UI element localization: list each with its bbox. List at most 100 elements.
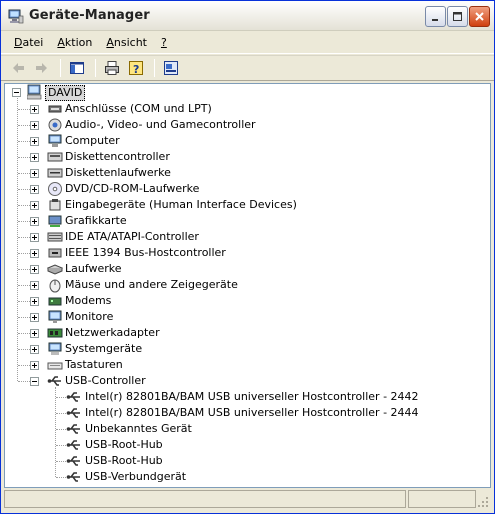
title-bar[interactable]: Geräte-Manager: [1, 1, 494, 31]
tree-category-label[interactable]: Modems: [63, 294, 113, 308]
menu-help[interactable]: ?: [154, 34, 174, 51]
tree-category-label[interactable]: Netzwerkadapter: [63, 326, 162, 340]
tree-category-label[interactable]: Grafikkarte: [63, 214, 129, 228]
disk-drive-icon: [47, 264, 63, 275]
show-hide-tree-icon: [70, 62, 84, 74]
expand-toggle[interactable]: [30, 185, 39, 194]
device-tree[interactable]: DAVID Anschlüsse (COM und LPT) Audio-, Vi…: [4, 83, 491, 488]
expand-toggle[interactable]: [30, 329, 39, 338]
expand-toggle[interactable]: [30, 345, 39, 354]
expand-toggle[interactable]: [30, 313, 39, 322]
monitor-icon: [48, 310, 62, 323]
audio-icon: [48, 118, 62, 132]
collapse-toggle[interactable]: [30, 377, 39, 386]
tree-category-label[interactable]: Eingabegeräte (Human Interface Devices): [63, 198, 299, 212]
properties-button[interactable]: [160, 57, 182, 79]
svg-text:?: ?: [133, 63, 139, 76]
maximize-icon: [453, 12, 462, 21]
minimize-button[interactable]: [425, 6, 446, 27]
network-adapter-icon: [47, 328, 63, 338]
ide-icon: [47, 232, 63, 242]
menu-ansicht[interactable]: Ansicht: [99, 34, 154, 51]
root-collapse-toggle[interactable]: [12, 88, 21, 97]
expand-toggle[interactable]: [30, 121, 39, 130]
hid-icon: [49, 199, 61, 211]
tree-vertical-line: [55, 387, 56, 477]
tree-device-label[interactable]: Intel(r) 82801BA/BAM USB universeller Ho…: [83, 406, 421, 420]
print-icon: [105, 61, 119, 75]
tree-horizontal-line: [56, 445, 66, 446]
resize-grip-icon[interactable]: [477, 496, 489, 508]
device-manager-app-icon: [8, 9, 24, 24]
tree-root-label[interactable]: DAVID: [45, 85, 86, 101]
usb-device-icon: [66, 456, 80, 466]
status-bar: [4, 490, 491, 510]
tree-category-label[interactable]: Diskettencontroller: [63, 150, 172, 164]
tree-category-label[interactable]: Mäuse und andere Zeigegeräte: [63, 278, 240, 292]
close-icon: [475, 12, 484, 21]
tree-category-label[interactable]: DVD/CD-ROM-Laufwerke: [63, 182, 201, 196]
tree-category-label[interactable]: IDE ATA/ATAPI-Controller: [63, 230, 201, 244]
tree-category-label[interactable]: USB-Controller: [63, 374, 148, 388]
forward-button[interactable]: [31, 57, 53, 79]
forward-icon: [36, 63, 47, 73]
expand-toggle[interactable]: [30, 169, 39, 178]
tree-category-label[interactable]: Diskettenlaufwerke: [63, 166, 173, 180]
cdrom-icon: [48, 182, 62, 196]
keyboard-icon: [47, 362, 63, 370]
tree-category-label[interactable]: Tastaturen: [63, 358, 125, 372]
tree-device-label[interactable]: Intel(r) 82801BA/BAM USB universeller Ho…: [83, 390, 421, 404]
usb-device-icon: [66, 392, 80, 402]
menu-datei[interactable]: Datei: [7, 34, 50, 51]
properties-icon: [164, 61, 178, 75]
tree-device-label[interactable]: USB-Verbundgerät: [83, 470, 188, 484]
status-panel-main: [4, 490, 406, 508]
expand-toggle[interactable]: [30, 297, 39, 306]
tree-category-label[interactable]: Systemgeräte: [63, 342, 144, 356]
usb-device-icon: [66, 472, 80, 482]
close-button[interactable]: [469, 6, 490, 27]
help-icon: ?: [129, 61, 143, 76]
expand-toggle[interactable]: [30, 265, 39, 274]
expand-toggle[interactable]: [30, 249, 39, 258]
menu-bar: Datei Aktion Ansicht ?: [1, 32, 494, 54]
help-button[interactable]: ?: [125, 57, 147, 79]
toolbar: ?: [1, 55, 494, 81]
tree-category-label[interactable]: Computer: [63, 134, 122, 148]
tree-category-label[interactable]: IEEE 1394 Bus-Hostcontroller: [63, 246, 228, 260]
tree-device-label[interactable]: Unbekanntes Gerät: [83, 422, 194, 436]
tree-device-label[interactable]: USB-Root-Hub: [83, 454, 165, 468]
expand-toggle[interactable]: [30, 153, 39, 162]
expand-toggle[interactable]: [30, 105, 39, 114]
expand-toggle[interactable]: [30, 361, 39, 370]
expand-toggle[interactable]: [30, 281, 39, 290]
menu-aktion[interactable]: Aktion: [50, 34, 99, 51]
maximize-button[interactable]: [447, 6, 468, 27]
tree-category-label[interactable]: Anschlüsse (COM und LPT): [63, 102, 214, 116]
back-button[interactable]: [7, 57, 29, 79]
tree-horizontal-line: [56, 397, 66, 398]
tree-category-label[interactable]: Laufwerke: [63, 262, 124, 276]
usb-device-icon: [66, 440, 80, 450]
print-button[interactable]: [101, 57, 123, 79]
floppy-controller-icon: [47, 152, 63, 162]
tree-category-label[interactable]: Audio-, Video- und Gamecontroller: [63, 118, 258, 132]
show-hide-tree-button[interactable]: [66, 57, 88, 79]
tree-horizontal-line: [56, 413, 66, 414]
expand-toggle[interactable]: [30, 217, 39, 226]
modem-icon: [48, 297, 62, 306]
usb-device-icon: [66, 424, 80, 434]
usb-device-icon: [66, 408, 80, 418]
floppy-drive-icon: [47, 168, 63, 178]
display-adapter-icon: [48, 215, 62, 227]
computer-icon: [48, 134, 62, 147]
expand-toggle[interactable]: [30, 233, 39, 242]
tree-horizontal-line: [56, 477, 66, 478]
usb-icon: [47, 376, 61, 386]
port-icon: [48, 105, 62, 113]
expand-toggle[interactable]: [30, 201, 39, 210]
tree-horizontal-line: [56, 429, 66, 430]
tree-category-label[interactable]: Monitore: [63, 310, 115, 324]
expand-toggle[interactable]: [30, 137, 39, 146]
tree-device-label[interactable]: USB-Root-Hub: [83, 438, 165, 452]
